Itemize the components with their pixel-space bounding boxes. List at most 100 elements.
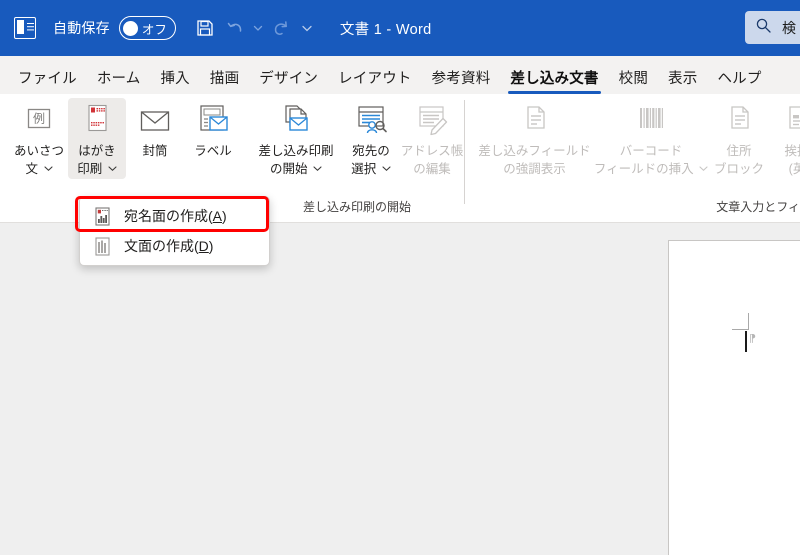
chevron-down-icon (301, 22, 313, 34)
address-side-icon (92, 206, 112, 226)
svg-text:例: 例 (33, 112, 45, 126)
tab-view[interactable]: 表示 (658, 59, 707, 94)
tab-mailings[interactable]: 差し込み文書 (500, 59, 608, 94)
menu-label-post-d: ) (208, 238, 214, 254)
greeting-line-label-line2: (英 (788, 162, 800, 176)
greeting-line-button: 挨拶 (英 (768, 98, 800, 179)
edit-recipient-list-label-line2: の編集 (413, 162, 451, 176)
ribbon-group-start-mail-merge: 差し込み印刷 の開始 宛先の 選択 アドレス帳 の編集 差し込み印刷の開始 (242, 94, 464, 222)
autosave-label: 自動保存 (53, 20, 110, 36)
select-recipients-icon (351, 101, 391, 141)
postcard-icon (79, 101, 115, 141)
menu-accesskey-d: D (198, 238, 209, 254)
document-page[interactable]: ⁋ (668, 240, 800, 555)
greeting-line-label-line1: 挨拶 (784, 144, 800, 158)
document-icon (779, 101, 800, 141)
word-window: 自動保存 オフ 文書 1 - Word 検 ファイル ホーム 挿入 描画 デザイ… (0, 0, 800, 555)
envelope-icon (136, 101, 174, 141)
menu-accesskey-a: A (212, 208, 223, 224)
insert-barcode-field-label-line2: フィールドの挿入 (594, 161, 708, 177)
message-side-icon (92, 236, 112, 256)
greeting-text-label-line2: 文 (26, 161, 53, 177)
tab-help[interactable]: ヘルプ (707, 59, 771, 94)
chevron-down-icon (699, 161, 708, 177)
tab-review[interactable]: 校閲 (609, 59, 658, 94)
tab-draw[interactable]: 描画 (200, 59, 249, 94)
undo-icon (225, 18, 245, 38)
paragraph-mark: ⁋ (749, 333, 756, 345)
chevron-down-icon[interactable] (108, 161, 117, 177)
search-input-text: 検 (782, 19, 796, 36)
chevron-down-icon[interactable] (382, 161, 391, 177)
tab-layout[interactable]: レイアウト (328, 59, 422, 94)
search-icon (755, 17, 772, 39)
ribbon-group-start-mail-merge-label: 差し込み印刷の開始 (302, 200, 411, 214)
undo-dropdown-button[interactable] (250, 13, 266, 43)
ribbon-tab-strip: ファイル ホーム 挿入 描画 デザイン レイアウト 参考資料 差し込み文書 校閲… (0, 56, 800, 94)
start-mail-merge-label-line1: 差し込み印刷 (258, 144, 334, 158)
save-button[interactable] (190, 13, 220, 43)
postcard-print-label-line1: はがき (78, 144, 116, 158)
postcard-print-button[interactable]: はがき 印刷 (68, 98, 126, 179)
example-box-icon: 例 (21, 101, 57, 141)
insert-barcode-field-button: バーコード フィールドの挿入 (592, 98, 710, 179)
tab-references[interactable]: 参考資料 (422, 59, 501, 94)
menu-label-pre-a: 宛名面の作成( (124, 208, 213, 224)
envelope-button[interactable]: 封筒 (126, 98, 184, 161)
tab-home[interactable]: ホーム (87, 59, 151, 94)
start-mail-merge-button[interactable]: 差し込み印刷 の開始 (250, 98, 342, 179)
insert-barcode-field-label-line1: バーコード (619, 144, 683, 158)
select-recipients-line2-text: 選択 (351, 162, 377, 176)
address-block-label-line2: ブロック (713, 162, 764, 176)
tab-insert[interactable]: 挿入 (150, 59, 199, 94)
select-recipients-button[interactable]: 宛先の 選択 (342, 98, 400, 179)
document-icon (517, 101, 553, 141)
label-button[interactable]: ラベル (184, 98, 242, 161)
menu-item-create-address-side[interactable]: 宛名面の作成(A) (75, 196, 269, 232)
redo-icon (271, 18, 291, 38)
qat-customize-button[interactable] (296, 13, 318, 43)
menu-item-create-message-side[interactable]: 文面の作成(D) (80, 231, 269, 261)
autosave-state-label: オフ (141, 22, 167, 37)
search-box[interactable]: 検 (745, 11, 800, 44)
select-recipients-label-line1: 宛先の (352, 144, 390, 158)
save-icon (195, 18, 215, 38)
address-block-label-line1: 住所 (726, 144, 752, 158)
greeting-text-label-line1: あいさつ (13, 144, 64, 158)
greeting-text-line2-text: 文 (25, 162, 39, 176)
highlight-merge-fields-label-line2: の強調表示 (503, 162, 566, 176)
greeting-text-button[interactable]: 例 あいさつ 文 (10, 98, 68, 179)
title-bar: 自動保存 オフ 文書 1 - Word 検 (0, 0, 800, 56)
barcode-icon (631, 101, 671, 141)
undo-button[interactable] (220, 13, 250, 43)
tab-file[interactable]: ファイル (8, 59, 87, 94)
chevron-down-icon[interactable] (313, 161, 322, 177)
redo-button[interactable] (266, 13, 296, 43)
ribbon-group-write-insert-fields-label: 文章入力とフィー (716, 200, 800, 214)
label-button-label: ラベル (194, 144, 232, 158)
postcard-print-label-line2: 印刷 (77, 161, 117, 177)
autosave-toggle[interactable]: オフ (118, 16, 176, 40)
highlight-merge-fields-label-line1: 差し込みフィールド (478, 144, 591, 158)
insert-barcode-field-line2-text: フィールドの挿入 (593, 162, 694, 176)
chevron-down-icon (253, 23, 263, 33)
highlight-merge-fields-button: 差し込みフィールド の強調表示 (477, 98, 592, 179)
document-canvas[interactable]: ⁋ (0, 223, 800, 555)
address-block-button: 住所 ブロック (710, 98, 768, 179)
chevron-down-icon[interactable] (43, 161, 53, 177)
quick-access-toolbar (190, 13, 318, 43)
menu-item-create-address-side-label: 宛名面の作成(A) (124, 206, 227, 226)
label-icon (194, 101, 232, 141)
tab-design[interactable]: デザイン (249, 59, 328, 94)
edit-list-icon (412, 101, 452, 141)
document-title: 文書 1 - Word (339, 21, 432, 38)
mail-merge-icon (274, 101, 318, 141)
text-cursor (745, 331, 747, 352)
start-mail-merge-label-line2: の開始 (270, 161, 322, 177)
select-recipients-label-line2: 選択 (351, 161, 391, 177)
margin-corner-mark (732, 313, 749, 330)
edit-recipient-list-button: アドレス帳 の編集 (400, 98, 464, 179)
menu-label-post-a: ) (222, 208, 227, 224)
edit-recipient-list-label-line1: アドレス帳 (400, 144, 464, 158)
postcard-print-line2-text: 印刷 (77, 162, 103, 176)
